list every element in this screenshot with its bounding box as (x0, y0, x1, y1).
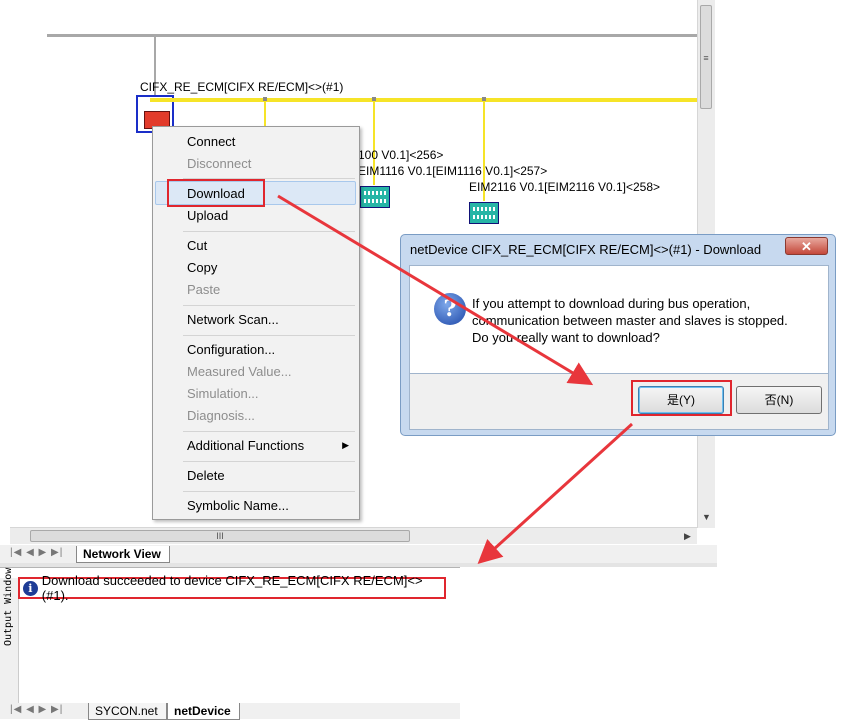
annotation-arrows (277, 194, 634, 565)
arrow-to-yes-button (277, 194, 594, 386)
arrow-to-output-message (477, 422, 634, 565)
